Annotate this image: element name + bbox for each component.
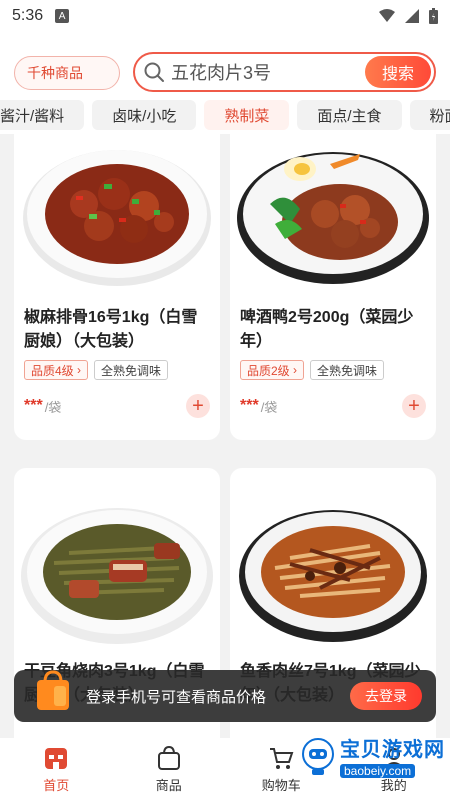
price-unit: /袋 [260, 399, 278, 415]
category-tab-staples[interactable]: 面点/主食 [297, 100, 402, 130]
product-card[interactable]: 啤酒鸭2号200g（菜园少年） 品质2级 › 全熟免调味 *** /袋 + [230, 134, 436, 440]
product-card[interactable]: 椒麻排骨16号1kg（白雪厨娘）（大包装） 品质4级 › 全熟免调味 *** /… [14, 134, 220, 440]
price-unit: /袋 [44, 399, 62, 415]
add-to-cart-icon[interactable]: + [402, 394, 426, 418]
login-prompt-text: 登录手机号可查看商品价格 [86, 688, 267, 706]
robot-mascot-icon [302, 738, 334, 775]
tab-products[interactable]: 商品 [113, 738, 226, 800]
quality-badge[interactable]: 品质4级 › [24, 360, 89, 380]
product-title: 啤酒鸭2号200g（菜园少年） [240, 309, 414, 350]
product-count-selector[interactable]: 千种商品 [14, 56, 120, 90]
add-to-cart-icon[interactable]: + [186, 394, 210, 418]
status-bar: 5:36 A [0, 0, 450, 32]
quality-badge[interactable]: 品质2级 › [240, 360, 305, 380]
cart-icon [270, 747, 294, 769]
category-tabs: 酱汁/酱料 卤味/小吃 熟制菜 面点/主食 粉面 [0, 100, 450, 134]
cooked-tag: 全熟免调味 [94, 360, 169, 380]
product-title: 椒麻排骨16号1kg（白雪厨娘）（大包装） [24, 309, 198, 350]
product-image-beans-pork [21, 508, 213, 644]
top-header: 千种商品 五花肉片3号 搜索 [0, 32, 450, 100]
signal-icon [405, 9, 419, 23]
product-image-spicy-ribs [23, 150, 211, 286]
home-icon [45, 747, 68, 769]
product-grid: 椒麻排骨16号1kg（白雪厨娘）（大包装） 品质4级 › 全熟免调味 *** /… [0, 134, 450, 738]
search-input[interactable]: 五花肉片3号 [171, 59, 365, 85]
product-image-fish-shredded-pork [239, 510, 427, 642]
watermark-url: baobeiy.com [340, 763, 416, 778]
shopping-bag-icon [157, 745, 180, 770]
watermark-title: 宝贝游戏网 [340, 738, 445, 761]
search-bar[interactable]: 五花肉片3号 搜索 [133, 52, 436, 92]
product-price: *** [240, 397, 259, 414]
site-watermark: 宝贝游戏网 baobeiy.com [300, 730, 445, 782]
wifi-icon [379, 9, 395, 22]
product-image-beer-duck [237, 152, 429, 284]
category-tab-noodles[interactable]: 粉面 [409, 100, 450, 130]
tab-home[interactable]: 首页 [0, 738, 113, 800]
search-button[interactable]: 搜索 [365, 56, 431, 88]
search-icon [144, 62, 164, 82]
battery-icon [429, 8, 438, 24]
category-tab-sauces[interactable]: 酱汁/酱料 [0, 100, 85, 130]
status-time: 5:36 [12, 7, 44, 24]
cooked-tag: 全熟免调味 [310, 360, 385, 380]
login-button[interactable]: 去登录 [350, 682, 422, 710]
product-price: *** [24, 397, 43, 414]
login-prompt-toast: 登录手机号可查看商品价格 去登录 [14, 670, 436, 722]
shopping-bag-icon [37, 670, 69, 710]
category-tab-cooked-dishes[interactable]: 熟制菜 [204, 100, 290, 130]
category-tab-snacks[interactable]: 卤味/小吃 [92, 100, 197, 130]
notification-icon: A [55, 9, 70, 23]
